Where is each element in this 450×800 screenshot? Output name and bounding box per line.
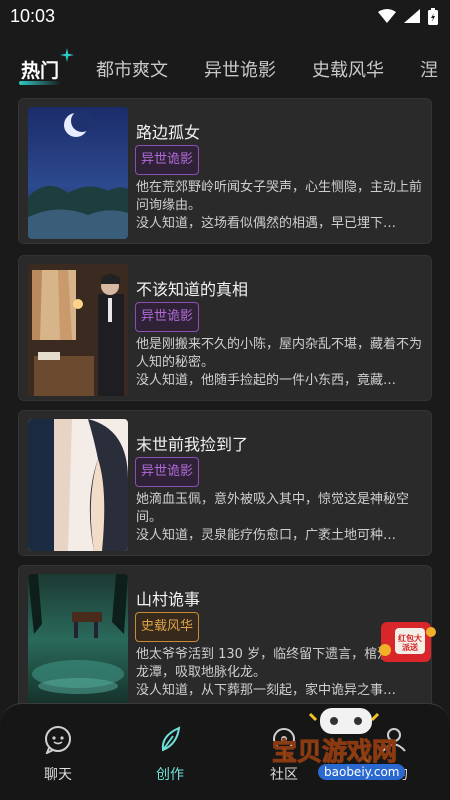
tab-more[interactable]: 涅 <box>420 56 438 82</box>
battery-icon <box>428 7 438 25</box>
story-cover-image <box>28 107 128 239</box>
story-title: 末世前我捡到了 <box>136 435 249 454</box>
story-teaser: 没人知道，灵泉能疗伤愈口，广袤土地可种… <box>136 528 397 543</box>
sparkle-icon <box>60 48 74 62</box>
nav-item-chat[interactable]: 聊天 <box>18 724 98 784</box>
tab-otherworld[interactable]: 异世诡影 <box>204 56 276 82</box>
genre-tag: 史载风华 <box>135 612 200 642</box>
active-tab-indicator <box>19 81 61 85</box>
story-description: 他是刚搬来不久的小陈，屋内杂乱不堪，藏着不为人知的秘密。 <box>136 337 423 370</box>
nav-label: 聊天 <box>44 767 72 783</box>
site-watermark: 宝贝游戏网 baobeiy.com <box>262 708 432 782</box>
genre-tag: 异世诡影 <box>135 457 200 487</box>
story-cover-image <box>28 574 128 706</box>
story-card[interactable]: 不该知道的真相 异世诡影 他是刚搬来不久的小陈，屋内杂乱不堪，藏着不为人知的秘密… <box>18 255 432 401</box>
status-bar: 10:03 <box>0 0 450 32</box>
tab-urban[interactable]: 都市爽文 <box>96 56 168 82</box>
chat-icon <box>45 726 71 754</box>
story-cover-image <box>28 264 128 396</box>
story-title: 路边孤女 <box>136 123 201 142</box>
feather-icon <box>161 726 181 752</box>
genre-tag: 异世诡影 <box>135 145 200 175</box>
story-card[interactable]: 路边孤女 异世诡影 他在荒郊野岭听闻女子哭声，心生恻隐，主动上前问询缘由。 没人… <box>18 98 432 244</box>
story-cover-image <box>28 419 128 551</box>
status-time: 10:03 <box>10 5 56 26</box>
story-title: 山村诡事 <box>136 590 201 609</box>
story-description: 她滴血玉佩，意外被吸入其中，惊觉这是神秘空间。 <box>136 492 410 525</box>
story-teaser: 没人知道，从下葬那一刻起，家中诡异之事… <box>136 683 397 698</box>
signal-icon <box>404 9 420 23</box>
promo-text: 红包大派送 <box>398 634 422 652</box>
nav-label: 创作 <box>156 767 184 783</box>
status-icons <box>378 7 438 25</box>
red-packet-promo[interactable]: 红包大派送 <box>375 620 441 668</box>
story-title: 不该知道的真相 <box>136 280 249 299</box>
watermark-url: baobeiy.com <box>318 764 406 780</box>
story-card[interactable]: 山村诡事 史载风华 他太爷爷活到 130 岁，临终留下遗言，棺沉入黑龙潭，吸取地… <box>18 565 432 711</box>
nav-item-create[interactable]: 创作 <box>130 724 210 784</box>
story-description: 他在荒郊野岭听闻女子哭声，心生恻隐，主动上前问询缘由。 <box>136 180 423 213</box>
watermark-title: 宝贝游戏网 <box>271 737 398 767</box>
tab-history[interactable]: 史载风华 <box>312 56 384 82</box>
genre-tag: 异世诡影 <box>135 302 200 332</box>
story-teaser: 没人知道，他随手捡起的一件小东西，竟藏… <box>136 373 397 388</box>
story-teaser: 没人知道，这场看似偶然的相遇，早已埋下… <box>136 216 397 231</box>
story-card[interactable]: 末世前我捡到了 异世诡影 她滴血玉佩，意外被吸入其中，惊觉这是神秘空间。 没人知… <box>18 410 432 556</box>
tab-hot[interactable]: 热门 <box>21 56 59 83</box>
wifi-icon <box>378 9 396 23</box>
